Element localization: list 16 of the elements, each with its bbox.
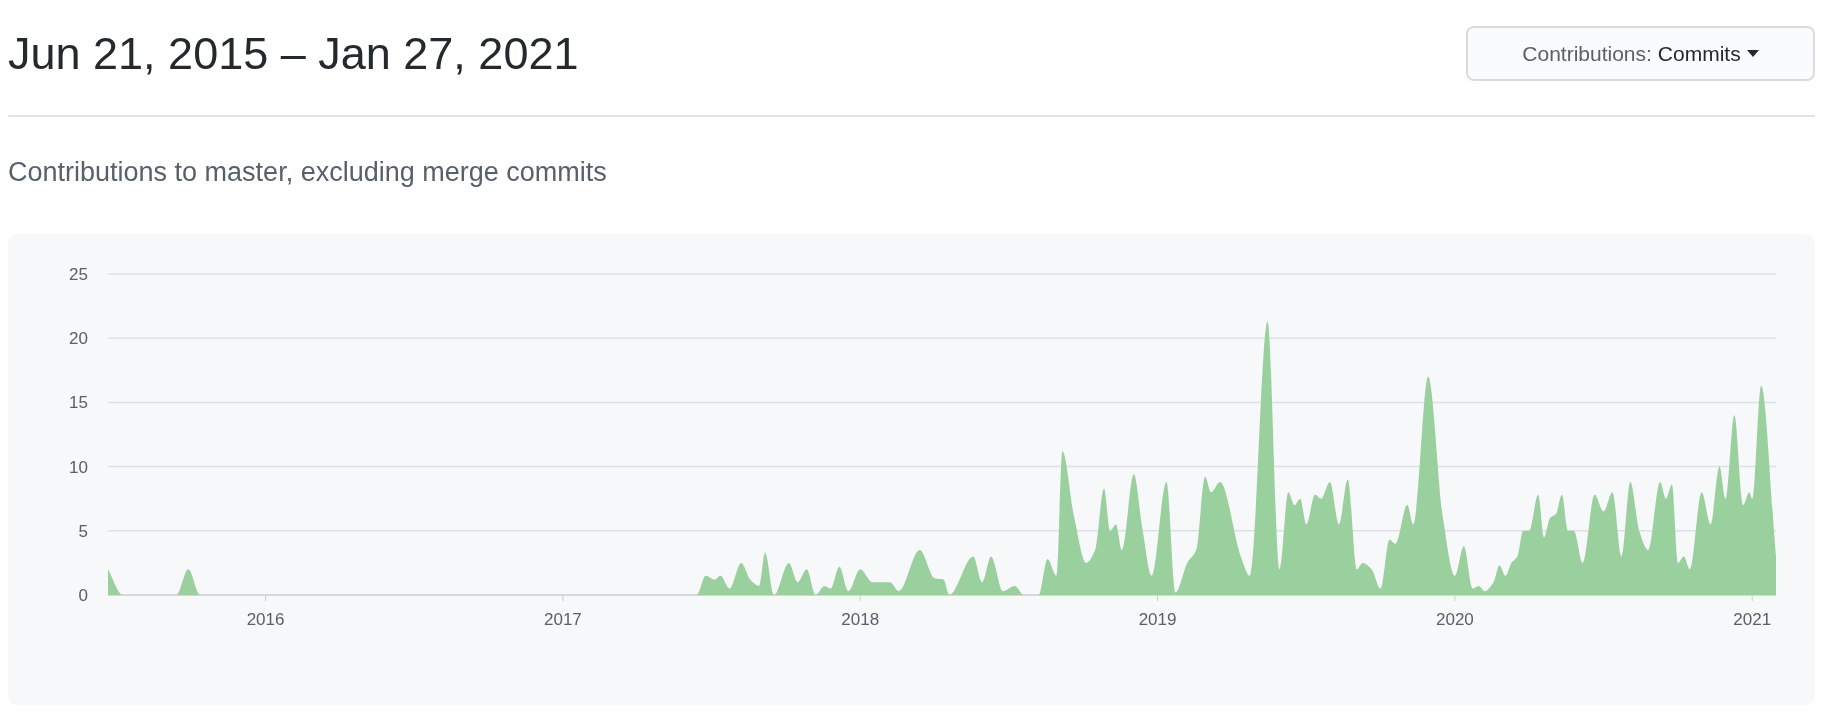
x-axis-label: 2017	[544, 610, 582, 629]
y-axis-label: 0	[78, 586, 88, 605]
y-axis-label: 20	[69, 329, 88, 349]
chart-subtitle: Contributions to master, excluding merge commits	[8, 157, 608, 188]
y-axis-label: 10	[69, 457, 88, 477]
x-axis-label: 2020	[1435, 610, 1474, 629]
y-axis-label: 15	[69, 393, 88, 413]
y-axis-label: 5	[78, 521, 88, 541]
x-axis-label: 2016	[246, 610, 285, 629]
x-axis-label: 2021	[1733, 610, 1772, 629]
date-range-title: Jun 21, 2015 – Jan 27, 2021	[8, 27, 579, 80]
x-axis-label: 2018	[841, 610, 880, 629]
contributions-dropdown[interactable]: Contributions: Commits	[1466, 26, 1815, 81]
caret-icon	[1746, 50, 1759, 57]
y-axis-label: 25	[69, 265, 88, 284]
x-axis-label: 2019	[1138, 610, 1177, 629]
